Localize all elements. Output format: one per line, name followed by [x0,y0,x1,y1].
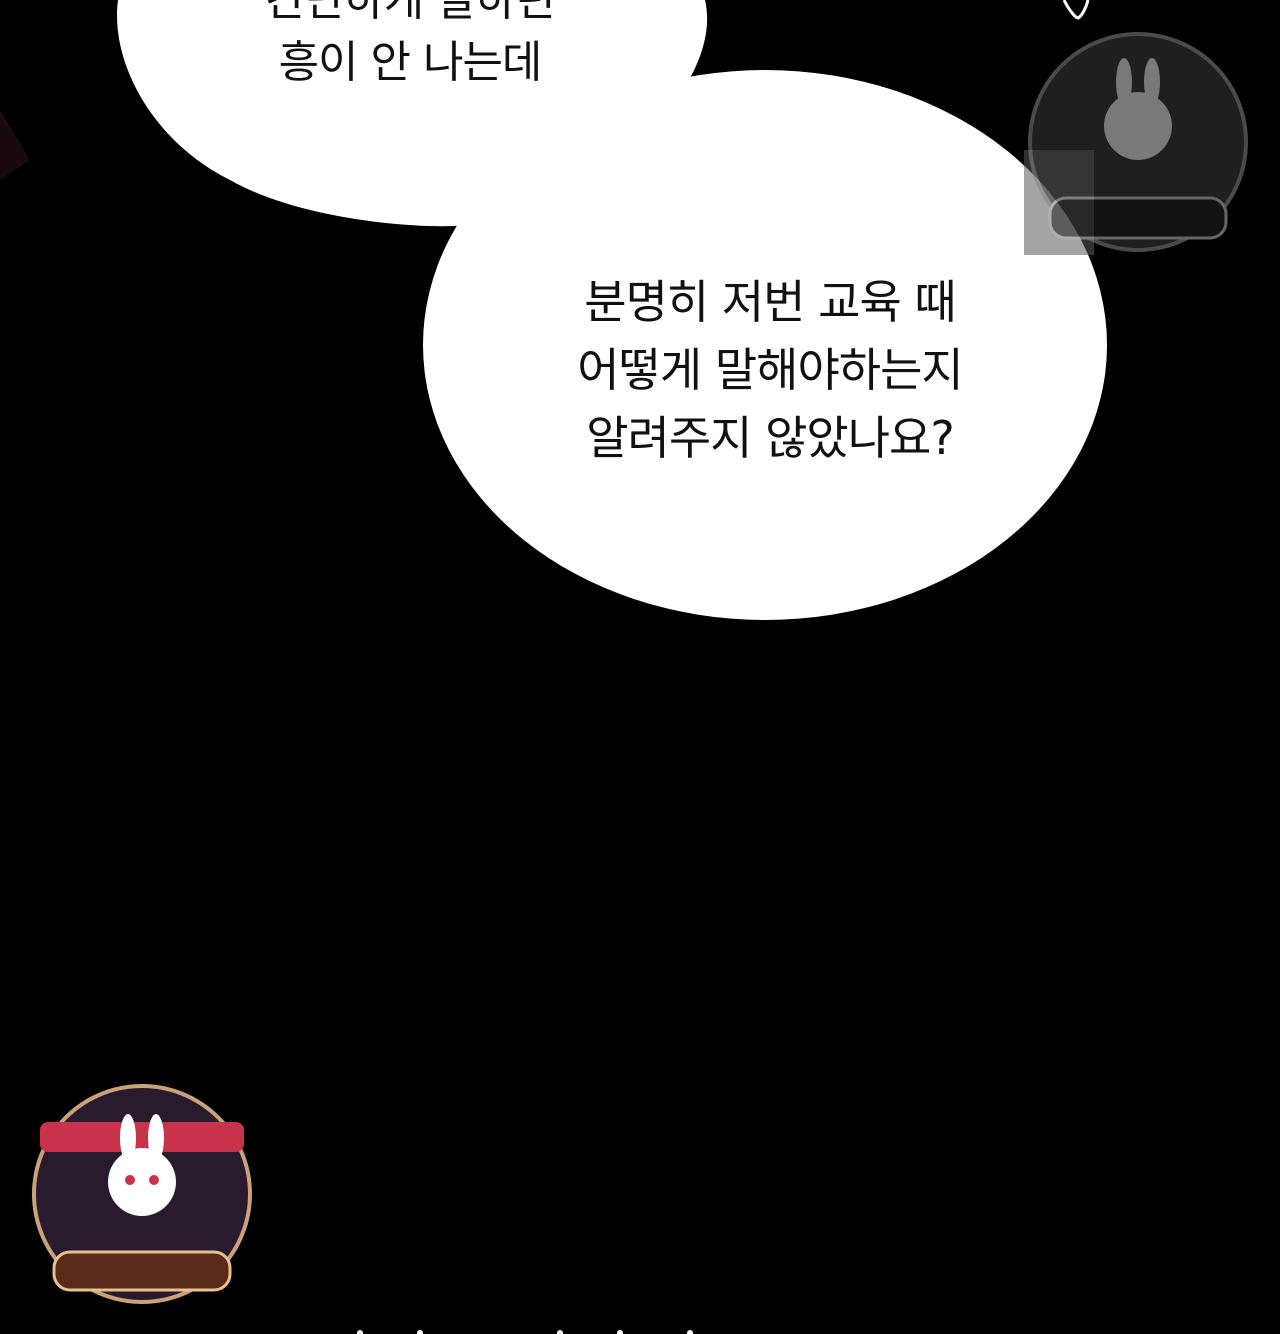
speech-text-top: 간단하게 말하던 흥이 안 나는데 [265,0,555,88]
watermark-logo-top [1028,32,1248,252]
bubble-tail-mark [1062,0,1090,20]
watermark-logo-bottom [32,1084,252,1304]
comic-panel: 간단하게 말하던 흥이 안 나는데 분명히 저번 교육 때 어떻게 말해야하는지… [0,0,1280,1334]
speech-text-main: 분명히 저번 교육 때 어떻게 말해야하는지 알려주지 않았나요? [577,275,964,465]
panel-bottom-edge [357,1330,693,1334]
